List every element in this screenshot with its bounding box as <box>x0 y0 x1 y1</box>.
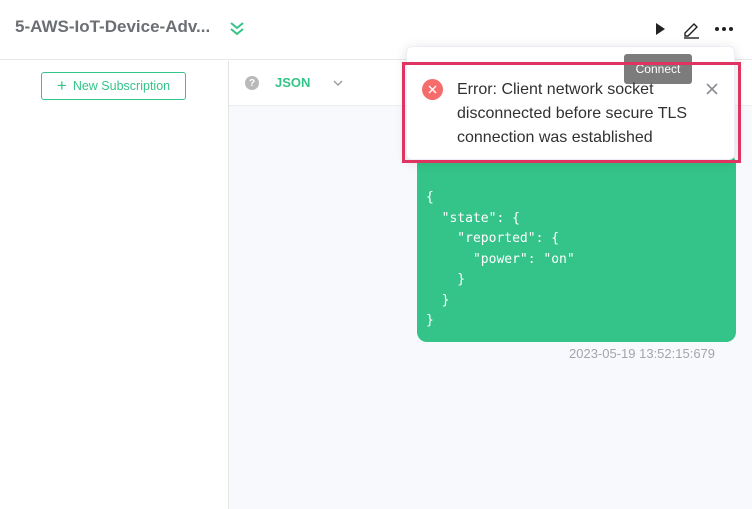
payload-format-select[interactable]: JSON <box>275 75 310 90</box>
message-payload: { "state": { "reported": { "power": "on"… <box>426 190 575 328</box>
close-icon[interactable] <box>704 81 720 97</box>
edit-button[interactable] <box>679 17 703 41</box>
new-subscription-label: New Subscription <box>72 79 171 93</box>
more-icon <box>715 27 733 31</box>
chevron-down-icon[interactable] <box>332 77 344 89</box>
message-bubble[interactable]: es Qos:0 { "state": { "reported": { "pow… <box>417 150 736 342</box>
plus-icon: + <box>56 75 67 95</box>
new-subscription-button[interactable]: + New Subscription <box>41 72 186 100</box>
more-button[interactable] <box>712 17 736 41</box>
error-message: Error: Client network socket disconnecte… <box>457 81 688 146</box>
message-timestamp: 2023-05-19 13:52:15:679 <box>569 346 716 361</box>
error-x-icon <box>428 85 437 94</box>
connect-button[interactable] <box>648 17 672 41</box>
play-icon <box>656 23 665 35</box>
help-icon[interactable]: ? <box>245 76 259 90</box>
connection-title: 5-AWS-IoT-Device-Adv... <box>15 17 211 36</box>
error-icon <box>422 79 443 100</box>
double-chevron-down-icon[interactable] <box>228 19 246 37</box>
edit-icon <box>684 23 699 39</box>
subscriptions-sidebar: + New Subscription <box>0 61 229 509</box>
